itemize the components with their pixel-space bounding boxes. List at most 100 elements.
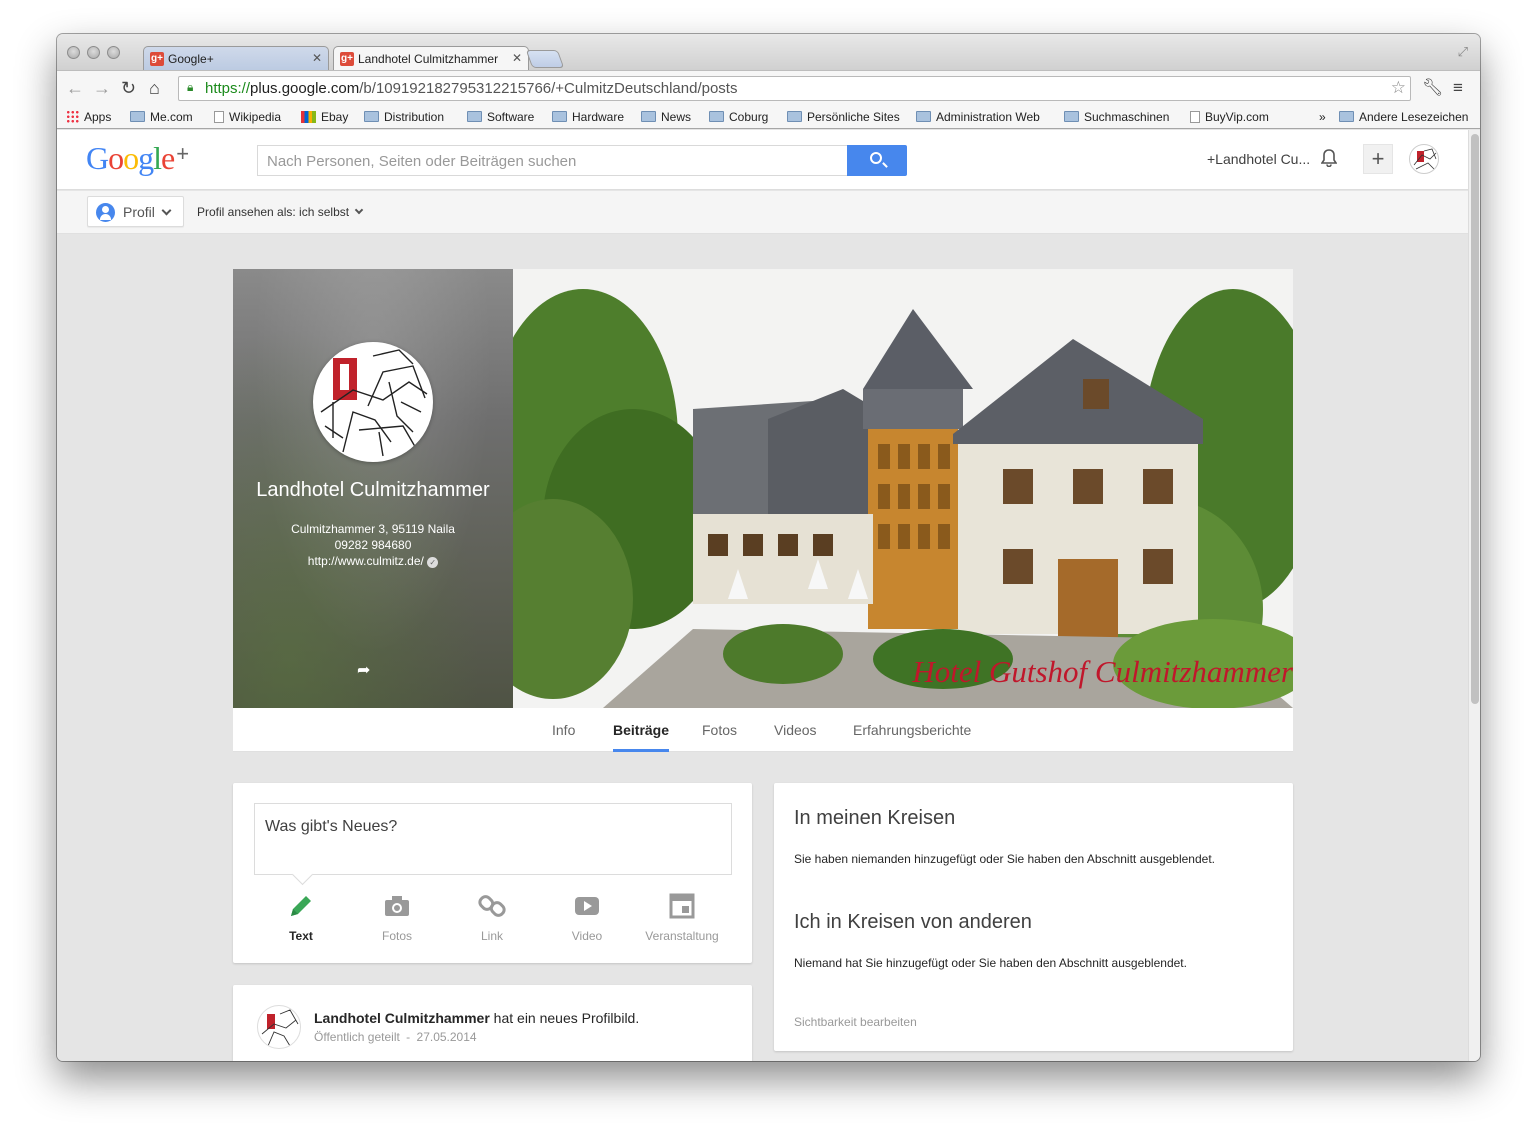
folder-icon xyxy=(709,111,724,122)
bookmark-coburg[interactable]: Coburg xyxy=(709,110,768,124)
bookmark-label: Suchmaschinen xyxy=(1084,110,1170,124)
google-plus-logo[interactable]: Google+ xyxy=(86,140,189,177)
cover-photo[interactable]: Hotel Gutshof Culmitzhammer xyxy=(513,269,1293,708)
post-card: Landhotel Culmitzhammer hat ein neues Pr… xyxy=(233,985,752,1061)
address-bar[interactable]: 🔒︎ https://plus.google.com/b/10919218279… xyxy=(178,76,1411,101)
profile-cover: Landhotel Culmitzhammer Culmitzhammer 3,… xyxy=(233,269,1293,708)
share-box-card: Was gibt's Neues? Text Fotos Link Video … xyxy=(233,783,752,963)
back-arrow-icon[interactable]: ← xyxy=(66,79,84,97)
profile-name: Landhotel Culmitzhammer xyxy=(256,479,490,501)
profile-info-panel: Landhotel Culmitzhammer Culmitzhammer 3,… xyxy=(233,269,513,708)
tab-google-plus[interactable]: g+ Google+ ✕ xyxy=(143,46,329,70)
home-icon[interactable]: ⌂ xyxy=(149,79,160,97)
share-input[interactable]: Was gibt's Neues? xyxy=(254,803,732,875)
bell-icon[interactable] xyxy=(1321,149,1337,167)
fullscreen-icon[interactable]: ⤢ xyxy=(1458,44,1468,60)
post-author[interactable]: Landhotel Culmitzhammer xyxy=(314,1010,490,1026)
tab-erfahrungsberichte[interactable]: Erfahrungsberichte xyxy=(853,722,971,738)
bookmark-distribution[interactable]: Distribution xyxy=(364,110,444,124)
hotel-building-illustration xyxy=(513,269,1293,708)
bookmark-buyvip[interactable]: BuyVip.com xyxy=(1190,110,1269,124)
pencil-icon xyxy=(253,891,349,921)
post-visibility[interactable]: Öffentlich geteilt xyxy=(314,1030,400,1044)
tab-info[interactable]: Info xyxy=(552,722,575,738)
profile-avatar[interactable] xyxy=(313,342,433,462)
close-tab-icon[interactable]: ✕ xyxy=(312,51,322,65)
bookmark-me-com[interactable]: Me.com xyxy=(130,110,193,124)
new-tab-button[interactable] xyxy=(525,50,565,68)
bookmark-suchmaschinen[interactable]: Suchmaschinen xyxy=(1064,110,1169,124)
profile-person-icon xyxy=(96,203,115,222)
tab-videos[interactable]: Videos xyxy=(774,722,817,738)
chevron-down-icon xyxy=(161,205,172,216)
bookmark-news[interactable]: News xyxy=(641,110,691,124)
bookmark-wikipedia[interactable]: Wikipedia xyxy=(214,110,281,124)
profile-menu-button[interactable]: Profil xyxy=(87,196,184,227)
tab-beitraege[interactable]: Beiträge xyxy=(613,722,670,752)
circles-card: In meinen Kreisen Sie haben niemanden hi… xyxy=(774,783,1293,1051)
forward-arrow-icon[interactable]: → xyxy=(93,79,111,97)
post-date[interactable]: 27.05.2014 xyxy=(417,1030,477,1044)
reload-icon[interactable]: ↻ xyxy=(121,79,136,97)
search-button[interactable] xyxy=(847,145,907,176)
close-tab-icon[interactable]: ✕ xyxy=(508,51,522,65)
scrollbar-thumb[interactable] xyxy=(1471,134,1479,704)
page-scrollbar[interactable] xyxy=(1468,130,1480,1061)
view-as-label: Profil ansehen als: ich selbst xyxy=(197,205,350,219)
option-label: Veranstaltung xyxy=(645,929,719,943)
bookmark-label: Wikipedia xyxy=(229,110,282,124)
share-photos-option[interactable]: Fotos xyxy=(349,891,445,943)
wrench-icon[interactable]: 🔧︎ xyxy=(1422,78,1444,98)
tab-landhotel[interactable]: g+ Landhotel Culmitzhammer ✕ xyxy=(333,46,529,70)
lock-icon: 🔒︎ xyxy=(187,80,194,94)
url-host: plus.google.com xyxy=(250,80,360,97)
post-meta: Öffentlich geteilt - 27.05.2014 xyxy=(314,1030,477,1044)
profile-website[interactable]: http://www.culmitz.de/ xyxy=(308,554,424,568)
folder-icon xyxy=(364,111,379,122)
share-event-option[interactable]: Veranstaltung xyxy=(634,891,730,943)
bookmark-label: Distribution xyxy=(384,110,445,124)
bookmark-star-icon[interactable]: ☆ xyxy=(1391,78,1406,98)
edit-visibility-link[interactable]: Sichtbarkeit bearbeiten xyxy=(794,1015,917,1029)
zoom-window-button[interactable] xyxy=(107,46,120,59)
in-my-circles-heading: In meinen Kreisen xyxy=(794,807,956,829)
bookmarks-overflow[interactable]: » xyxy=(1319,110,1326,124)
google-plus-favicon-icon: g+ xyxy=(150,52,164,66)
folder-icon xyxy=(916,111,931,122)
share-text-option[interactable]: Text xyxy=(253,891,349,943)
bookmark-label: Persönliche Sites xyxy=(807,110,900,124)
view-as-dropdown[interactable]: Profil ansehen als: ich selbst xyxy=(197,205,364,219)
bookmark-label: News xyxy=(661,110,692,124)
share-video-option[interactable]: Video xyxy=(539,891,635,943)
minimize-window-button[interactable] xyxy=(87,46,100,59)
post-author-avatar[interactable] xyxy=(257,1005,301,1049)
bookmark-software[interactable]: Software xyxy=(467,110,534,124)
folder-icon xyxy=(467,111,482,122)
option-label: Fotos xyxy=(381,929,412,943)
option-label: Video xyxy=(571,929,603,943)
bookmark-hardware[interactable]: Hardware xyxy=(552,110,624,124)
in-others-circles-heading: Ich in Kreisen von anderen xyxy=(794,911,1032,933)
bookmark-apps[interactable]: Apps xyxy=(66,110,111,124)
share-link-option[interactable]: Link xyxy=(444,891,540,943)
tab-fotos[interactable]: Fotos xyxy=(702,722,737,738)
profile-subbar: Profil Profil ansehen als: ich selbst xyxy=(57,191,1468,234)
search-input[interactable]: Nach Personen, Seiten oder Beiträgen suc… xyxy=(257,145,848,176)
share-arrow-icon[interactable]: ➦ xyxy=(357,660,370,680)
bookmark-other[interactable]: Andere Lesezeichen xyxy=(1339,110,1468,124)
close-window-button[interactable] xyxy=(67,46,80,59)
post-action: hat ein neues Profilbild. xyxy=(489,1010,640,1026)
profile-address: Culmitzhammer 3, 95119 Naila xyxy=(291,522,455,536)
share-plus-button[interactable]: + xyxy=(1363,144,1393,174)
bookmark-persoenliche-sites[interactable]: Persönliche Sites xyxy=(787,110,900,124)
bookmark-administration-web[interactable]: Administration Web xyxy=(916,110,1040,124)
bookmark-ebay[interactable]: Ebay xyxy=(301,110,348,124)
account-avatar[interactable] xyxy=(1409,144,1439,174)
menu-icon[interactable]: ≡ xyxy=(1453,78,1463,98)
hotel-logo-icon xyxy=(261,1009,299,1047)
folder-icon xyxy=(787,111,802,122)
url-scheme: https:// xyxy=(205,80,251,97)
page-switcher[interactable]: +Landhotel Cu... xyxy=(1207,151,1310,167)
profile-website-row: http://www.culmitz.de/ ✓ xyxy=(233,553,513,569)
apps-grid-icon xyxy=(66,110,79,123)
